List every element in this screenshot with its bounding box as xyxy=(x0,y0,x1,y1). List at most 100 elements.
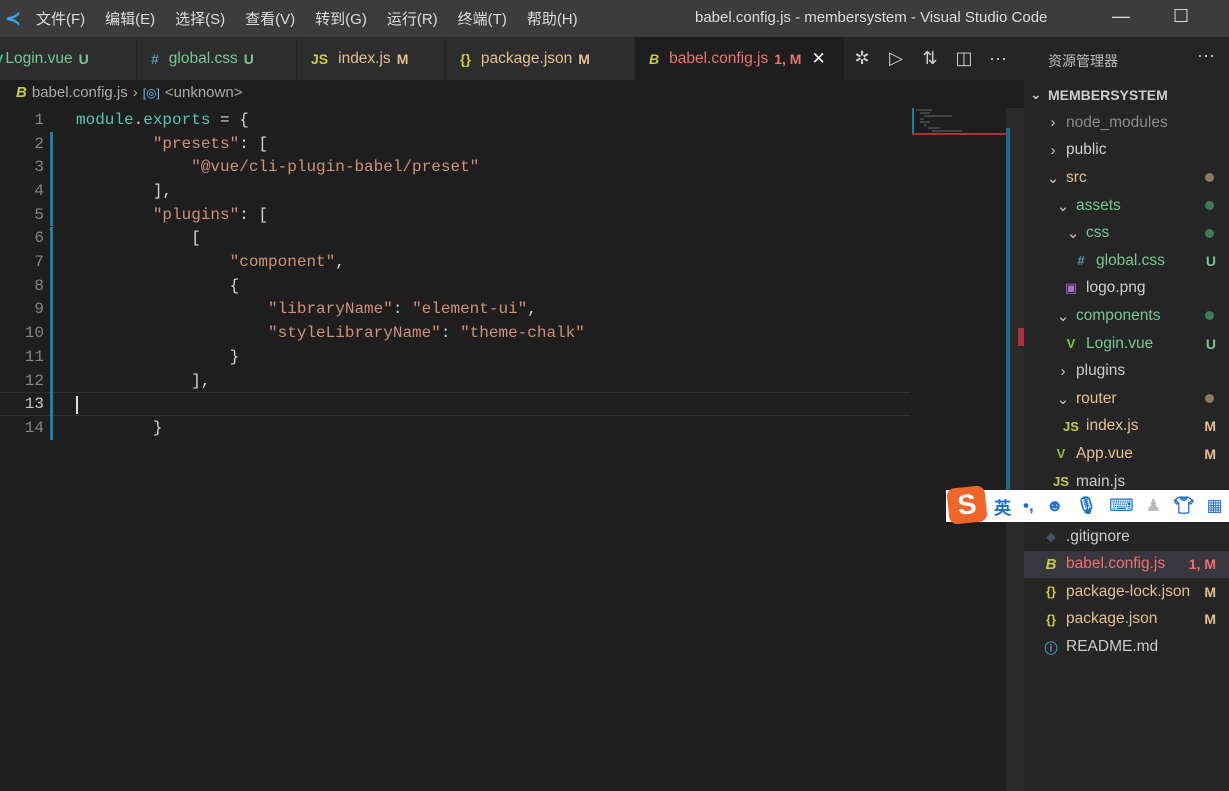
modified-gutter-marker xyxy=(50,273,53,298)
menu-item[interactable]: 文件(F) xyxy=(36,8,85,29)
menu-item[interactable]: 编辑(E) xyxy=(105,8,155,29)
folder-public[interactable]: › public xyxy=(1024,137,1229,165)
emoji-icon[interactable]: ☻ xyxy=(1046,496,1064,516)
tree-item-label: index.js xyxy=(1086,417,1139,435)
git-status-dot xyxy=(1205,228,1214,238)
code-token: } xyxy=(76,347,240,366)
folder-plugins[interactable]: › plugins xyxy=(1024,357,1229,385)
folder-assets[interactable]: ⌄ assets xyxy=(1024,192,1229,220)
file-readme-md[interactable]: ⓘ README.md xyxy=(1024,633,1229,661)
code-line[interactable]: 10 "styleLibraryName": "theme-chalk" xyxy=(0,321,910,345)
menu-item[interactable]: 运行(R) xyxy=(387,8,438,29)
user-icon[interactable]: ♟ xyxy=(1146,496,1161,516)
file-index-js[interactable]: JS index.js M xyxy=(1024,413,1229,441)
code-line[interactable]: 6 [ xyxy=(0,226,910,251)
modified-gutter-marker xyxy=(50,297,53,322)
code-line[interactable]: 8 { xyxy=(0,273,910,298)
code-editor[interactable]: 1 module.exports = {2 "presets": [3 "@vue… xyxy=(0,108,910,791)
git-status-badge: M xyxy=(1204,445,1216,462)
menu-item[interactable]: 选择(S) xyxy=(175,8,225,29)
tab-babel-config-js[interactable]: Bbabel.config.js 1, M ✕ xyxy=(635,37,845,80)
git-icon: ◆ xyxy=(1046,528,1056,544)
js-icon: JS xyxy=(311,50,329,67)
vue-icon: V xyxy=(1066,336,1076,352)
modified-gutter-marker xyxy=(50,368,53,393)
maximize-icon[interactable]: ☐ xyxy=(1173,6,1189,27)
line-number: 6 xyxy=(34,229,44,248)
folder-router[interactable]: ⌄ router xyxy=(1024,385,1229,413)
css-hash-icon: # xyxy=(1077,253,1085,269)
folder-css[interactable]: ⌄ css xyxy=(1024,219,1229,247)
code-line[interactable]: 1 module.exports = { xyxy=(0,108,910,132)
git-status-badge: 1, M xyxy=(1188,556,1216,573)
modified-gutter-marker xyxy=(50,202,53,227)
close-icon[interactable]: ✕ xyxy=(811,49,825,69)
code-line[interactable]: 3 "@vue/cli-plugin-babel/preset" xyxy=(0,155,910,180)
code-line[interactable]: 12 ], xyxy=(0,368,910,393)
more-icon[interactable]: ··· xyxy=(1197,45,1215,66)
tree-item-label: babel.config.js xyxy=(1066,555,1166,573)
tree-item-label: .gitignore xyxy=(1066,527,1130,545)
run-icon[interactable]: ▷ xyxy=(886,48,906,69)
git-status-dot xyxy=(1205,394,1214,404)
toolbox-icon[interactable]: ▦ xyxy=(1207,496,1223,516)
more-actions-icon[interactable]: ··· xyxy=(988,48,1008,69)
tab-index-js[interactable]: JS index.js M xyxy=(297,37,446,80)
ime-language[interactable]: 英 xyxy=(994,494,1011,519)
image-icon: ▣ xyxy=(1064,280,1078,296)
code-line[interactable]: 2 "presets": [ xyxy=(0,131,910,156)
tab-label: global.css xyxy=(168,49,238,67)
folder-components[interactable]: ⌄ components xyxy=(1024,302,1229,330)
file--gitignore[interactable]: ◆ .gitignore xyxy=(1024,523,1229,551)
code-token: ], xyxy=(76,181,173,200)
code-line[interactable]: 11 } xyxy=(0,345,910,369)
tree-item-label: package-lock.json xyxy=(1066,582,1191,600)
minimize-icon[interactable]: — xyxy=(1112,6,1130,27)
line-number: 1 xyxy=(34,110,44,129)
js-icon: JS xyxy=(1053,474,1069,490)
code-token: module xyxy=(76,110,134,129)
code-line[interactable]: 13 xyxy=(0,392,910,417)
file-login-vue[interactable]: V Login.vue U xyxy=(1024,330,1229,358)
code-line[interactable]: 7 "component", xyxy=(0,250,910,274)
microphone-icon[interactable]: 🎙︎ xyxy=(1076,496,1098,516)
tree-item-label: components xyxy=(1076,306,1161,324)
breadcrumb-symbol[interactable]: <unknown> xyxy=(165,84,243,101)
tree-item-label: css xyxy=(1086,224,1110,242)
code-line[interactable]: 9 "libraryName": "element-ui", xyxy=(0,297,910,322)
minimap[interactable] xyxy=(912,108,1006,148)
tab-package-json[interactable]: {} package.json M xyxy=(446,37,635,80)
folder-node_modules[interactable]: › node_modules xyxy=(1024,109,1229,137)
menu-item[interactable]: 终端(T) xyxy=(458,8,507,29)
file-babel-config-js[interactable]: Bbabel.config.js 1, M xyxy=(1024,550,1229,579)
chevron-down-icon: ⌄ xyxy=(1030,86,1042,103)
tab-login-vue[interactable]: VLogin.vue U xyxy=(0,37,137,80)
editor-scrollbar[interactable] xyxy=(1006,108,1024,791)
explorer-root[interactable]: ⌄ MEMBERSYSTEM xyxy=(1024,81,1229,109)
folder-src[interactable]: ⌄ src xyxy=(1024,164,1229,192)
skin-icon[interactable]: 👕︎ xyxy=(1173,496,1195,516)
symbol-variable-icon: [◎] xyxy=(142,85,160,100)
menu-item[interactable]: 转到(G) xyxy=(315,8,367,29)
ime-punctuation[interactable]: •, xyxy=(1023,496,1034,516)
json-braces-icon: {} xyxy=(1045,611,1057,627)
code-line[interactable]: 5 "plugins": [ xyxy=(0,202,910,227)
split-editor-icon[interactable]: ◫ xyxy=(954,48,974,69)
code-line[interactable]: 4 ], xyxy=(0,179,910,203)
code-token: exports xyxy=(143,110,211,129)
debug-icon[interactable]: ✲ xyxy=(852,48,872,69)
code-line[interactable]: 14 } xyxy=(0,416,910,440)
file-app-vue[interactable]: V App.vue M xyxy=(1024,440,1229,468)
file-package-json[interactable]: {} package.json M xyxy=(1024,606,1229,634)
menu-item[interactable]: 查看(V) xyxy=(245,8,295,29)
chevron-right-icon: › xyxy=(132,84,138,101)
file-global-css[interactable]: # global.css U xyxy=(1024,247,1229,275)
tab-global-css[interactable]: # global.css U xyxy=(137,37,297,80)
menu-item[interactable]: 帮助(H) xyxy=(527,8,578,29)
keyboard-icon[interactable]: ⌨ xyxy=(1109,496,1134,516)
file-package-lock-json[interactable]: {} package-lock.json M xyxy=(1024,578,1229,606)
file-logo-png[interactable]: ▣ logo.png xyxy=(1024,275,1229,303)
breadcrumb-file[interactable]: babel.config.js xyxy=(32,84,128,101)
compare-changes-icon[interactable]: ⇅ xyxy=(920,48,940,69)
tree-item-label: assets xyxy=(1076,196,1121,214)
